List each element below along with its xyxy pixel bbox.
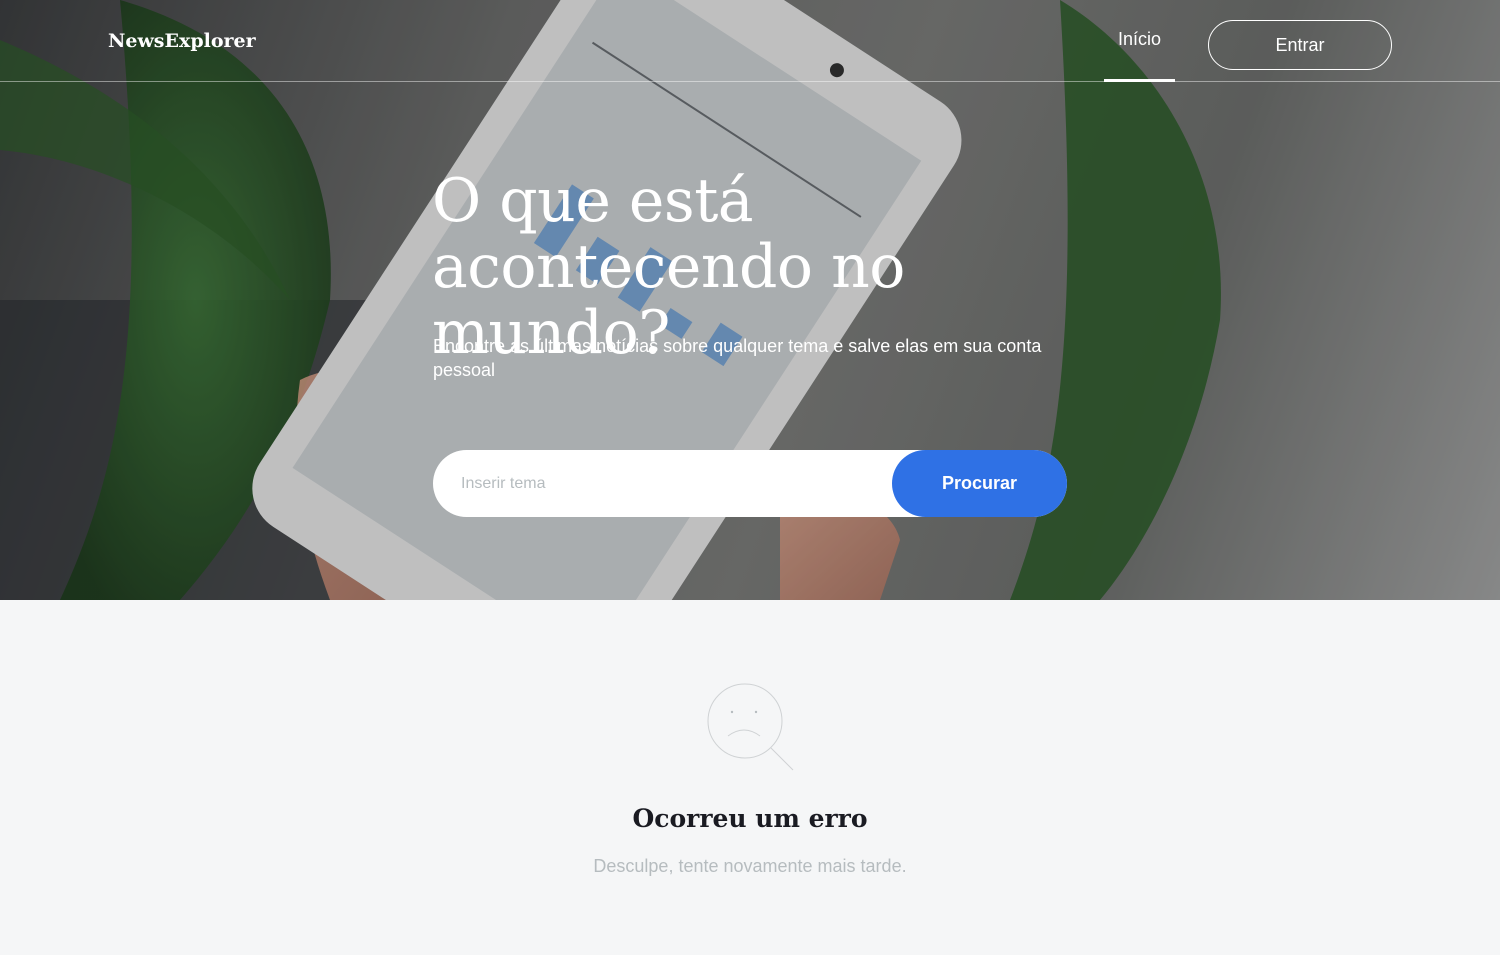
hero-subtitle: Encontre as últimas notícias sobre qualq… — [433, 336, 1042, 380]
search-form: Procurar — [433, 450, 1067, 517]
hero-section: NewsExplorer Início Entrar O que está ac… — [0, 0, 1500, 600]
logo[interactable]: NewsExplorer — [108, 30, 256, 52]
search-result-section: Ocorreu um erro Desculpe, tente novament… — [0, 600, 1500, 955]
error-text: Desculpe, tente novamente mais tarde. — [593, 856, 907, 876]
signin-button[interactable]: Entrar — [1208, 20, 1392, 70]
sad-face-search-icon — [707, 683, 794, 771]
site-header: NewsExplorer Início Entrar — [0, 0, 1500, 82]
search-input[interactable] — [433, 450, 903, 517]
nav-home-link[interactable]: Início — [1104, 0, 1175, 82]
search-button[interactable]: Procurar — [892, 450, 1067, 517]
error-title: Ocorreu um erro — [632, 804, 868, 833]
